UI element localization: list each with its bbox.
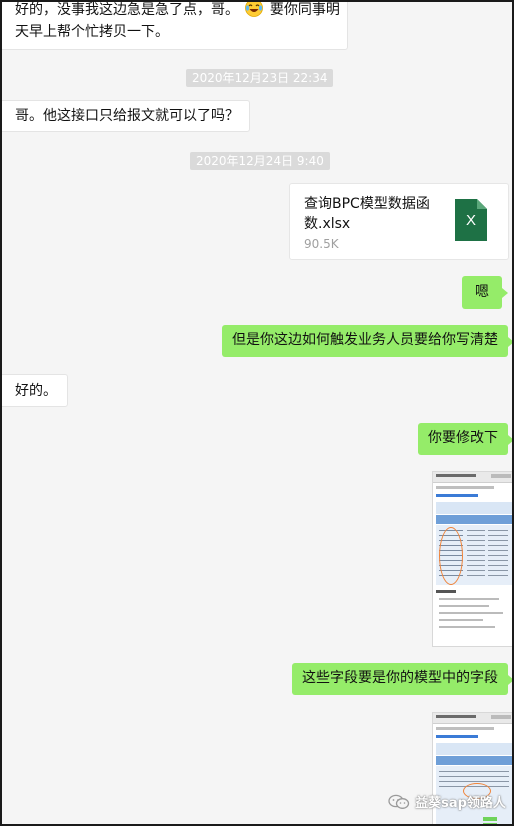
chat-window: 好的，没事我这边急是急了点，哥。 要你同事明 天早上帮个忙拷贝一下。 2020年… [0,0,514,826]
file-size: 90.5K [304,237,339,251]
message-text: 好的。 [15,383,57,399]
message-text: 好的，没事我这边急是急了点，哥。 [15,2,239,18]
wechat-icon [388,794,410,810]
timestamp: 2020年12月24日 9:40 [190,152,330,170]
message-bubble-incoming[interactable]: 好的。 [2,374,68,407]
file-name-line: 查询BPC模型数据函 [304,196,430,212]
file-attachment[interactable]: 查询BPC模型数据函 数.xlsx 90.5K X [289,183,509,260]
message-text: 要你同事明 [269,2,340,18]
timestamp: 2020年12月23日 22:34 [186,69,334,87]
laughing-tears-emoji-icon [245,2,264,17]
watermark: 益葵sap领路人 [388,792,506,812]
message-bubble-outgoing[interactable]: 你要修改下 [418,423,512,455]
watermark-text: 益葵sap领路人 [415,796,506,811]
message-text: 天早上帮个忙拷贝一下。 [15,24,169,40]
message-bubble-incoming[interactable]: 哥。他这接口只给报文就可以了吗？ [2,100,250,132]
file-name-line: 数.xlsx [304,216,351,232]
message-bubble-outgoing[interactable]: 但是你这边如何触发业务人员要给你写清楚 [222,325,512,357]
message-text: 哥。他这接口只给报文就可以了吗？ [15,108,239,124]
message-text: 但是你这边如何触发业务人员要给你写清楚 [232,332,498,348]
screenshot-image[interactable] [432,471,512,647]
file-name: 查询BPC模型数据函 数.xlsx [304,194,430,234]
red-annotation-circle [439,527,463,585]
excel-letter: X [465,212,476,229]
message-bubble-outgoing[interactable]: 这些字段要是你的模型中的字段 [292,663,512,695]
message-bubble-outgoing[interactable]: 嗯 [462,276,508,309]
message-text: 这些字段要是你的模型中的字段 [302,670,498,686]
excel-file-icon: X [455,199,487,241]
message-text: 你要修改下 [428,430,498,446]
message-text: 嗯 [475,284,489,300]
message-bubble-incoming[interactable]: 好的，没事我这边急是急了点，哥。 要你同事明 天早上帮个忙拷贝一下。 [2,2,348,50]
